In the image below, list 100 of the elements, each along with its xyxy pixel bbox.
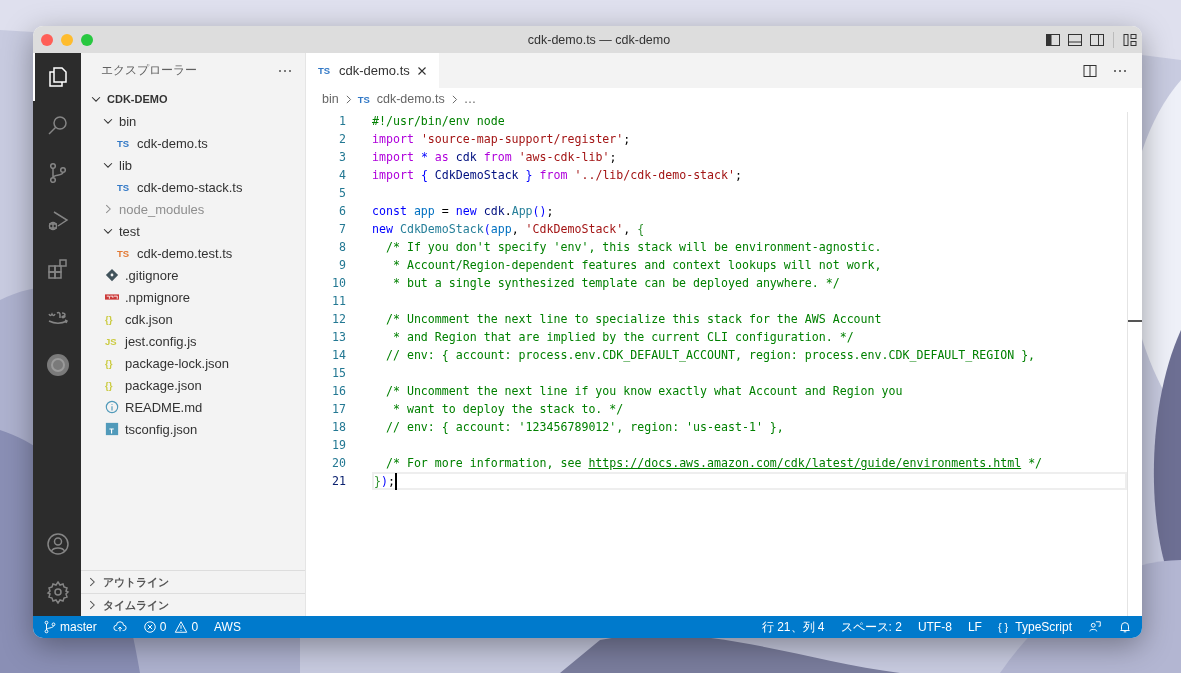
code-line: import { CdkDemoStack } from '../lib/cdk-demo-stack'; [372, 167, 742, 184]
count-text: 0 [191, 620, 199, 634]
breadcrumb-item[interactable]: bin [322, 92, 339, 106]
tree-file[interactable]: JS jest.config.js [81, 330, 305, 352]
status-item[interactable]: 行 21、列 4 [761, 618, 825, 636]
cloud-upload-icon[interactable] [112, 620, 127, 634]
status-item[interactable]: AWS [214, 620, 241, 634]
tree-file[interactable]: TS cdk-demo.test.ts [81, 242, 305, 264]
code-line: #!/usr/bin/env node [372, 113, 505, 130]
file-type-icon: {} [105, 379, 121, 391]
line-number: 3 [338, 150, 346, 164]
breadcrumb-item[interactable]: cdk-demo.ts [376, 92, 445, 106]
warning-icon [174, 620, 189, 634]
sidebar-layout-icon[interactable] [1045, 31, 1061, 48]
status-item[interactable]: UTF-8 [917, 620, 952, 634]
code-line: // env: { account: process.env.CDK_DEFAULT_ACCOUNT, region: process.env.CDK_DEFAULT_REGION }, [384, 347, 1036, 364]
settings-icon[interactable] [46, 580, 70, 604]
line-number: 13 [331, 330, 346, 344]
code-line: import 'source-map-support/register'; [372, 131, 631, 148]
tree-file[interactable]: TS cdk-demo-stack.ts [81, 176, 305, 198]
status-item[interactable]: LF [967, 620, 982, 634]
close-button[interactable] [41, 33, 53, 46]
language-name: TypeScript [1015, 620, 1072, 634]
pane-header[interactable]: アウトライン [81, 570, 305, 593]
account-icon[interactable] [46, 532, 70, 556]
file-type-icon: TS [117, 137, 133, 149]
line-number: 9 [338, 258, 346, 272]
code-line: * but a single synthesized template can be deployed anywhere. */ [391, 275, 840, 292]
extensions-icon[interactable] [46, 257, 70, 281]
line-number: 18 [331, 420, 346, 434]
code-line: /* Uncomment the next line to specialize this stack for the AWS Account [384, 311, 882, 328]
tree-file[interactable]: {} package-lock.json [81, 352, 305, 374]
tree-file[interactable]: {} package.json [81, 374, 305, 396]
split-layout-icon[interactable] [1089, 31, 1105, 48]
line-number: 17 [331, 402, 346, 416]
line-number: 8 [338, 240, 346, 254]
file-type-icon: {} [105, 357, 121, 369]
code-line: import * as cdk from 'aws-cdk-lib'; [372, 149, 617, 166]
panel-layout-icon[interactable] [1067, 31, 1083, 48]
split-editor-icon[interactable] [1082, 62, 1098, 79]
line-number: 7 [338, 222, 346, 236]
scrollbar[interactable] [1127, 112, 1142, 616]
code-line: * and Region that are implied by the current CLI configuration. */ [391, 329, 854, 346]
tree-file[interactable]: {} cdk.json [81, 308, 305, 330]
run-debug-icon[interactable] [46, 209, 70, 233]
code-line: * want to deploy the stack to. */ [391, 401, 624, 418]
code-line: /* Uncomment the next line if you know exactly what Account and Region you [384, 383, 903, 400]
tree-folder[interactable]: lib [81, 154, 305, 176]
tree-folder[interactable]: bin [81, 110, 305, 132]
sidebar-title: エクスプローラー [101, 62, 197, 79]
file-type-icon: JS [105, 335, 121, 347]
line-number: 6 [338, 204, 346, 218]
status-item[interactable]: スペース: 2 [840, 618, 902, 636]
feedback-icon[interactable] [1088, 620, 1102, 634]
info-icon [105, 400, 119, 414]
line-number: 19 [331, 438, 346, 452]
diamond-icon [105, 268, 119, 282]
file-type-icon: TS [117, 181, 133, 193]
branch-name: master [60, 620, 97, 634]
count-text: 0 [159, 620, 167, 634]
line-number: 10 [331, 276, 346, 290]
error-icon [142, 620, 157, 634]
line-number: 14 [331, 348, 346, 362]
bell-icon[interactable] [1118, 620, 1132, 634]
file-type-icon: {} [105, 313, 121, 325]
customize-layout-icon[interactable] [1122, 31, 1138, 48]
warning-count[interactable]: 0 [174, 620, 199, 634]
line-number: 1 [338, 114, 346, 128]
file-type-icon: TS [117, 247, 133, 259]
tree-file[interactable]: .gitignore [81, 264, 305, 286]
line-number: 4 [338, 168, 346, 182]
tree-file[interactable]: README.md [81, 396, 305, 418]
window-title: cdk-demo.ts — cdk-demo [526, 32, 672, 47]
code-line: /* If you don't specify 'env', this stack will be environment-agnostic. [384, 239, 882, 256]
code-line: // env: { account: '123456789012', region: 'us-east-1' }, [384, 419, 784, 436]
code-line: const app = new cdk.App(); [372, 203, 554, 220]
tab-label: cdk-demo.ts [339, 63, 410, 78]
line-number: 5 [338, 186, 346, 200]
breadcrumb-item[interactable]: … [463, 92, 477, 106]
tree-file[interactable]: TS cdk-demo.ts [81, 132, 305, 154]
branch-icon [43, 620, 57, 634]
tree-file[interactable]: tsconfig.json [81, 418, 305, 440]
tree-folder[interactable]: test [81, 220, 305, 242]
error-count[interactable]: 0 [142, 620, 167, 634]
code-line: new CdkDemoStack(app, 'CdkDemoStack', { [372, 221, 645, 238]
round-badge-icon[interactable] [46, 353, 70, 377]
line-number: 21 [331, 474, 346, 488]
tree-file[interactable]: .npmignore [81, 286, 305, 308]
line-number: 2 [338, 132, 346, 146]
config-file-icon [105, 422, 119, 436]
editor-tab[interactable]: TS cdk-demo.ts [306, 53, 439, 88]
file-type-icon: TS [357, 93, 374, 105]
branch-status[interactable]: master [43, 620, 97, 634]
search-icon[interactable] [46, 113, 70, 137]
code-line: /* For more information, see https://docs.aws.amazon.com/cdk/latest/guide/environments.html */ [384, 455, 1043, 472]
tree-folder[interactable]: CDK-DEMO [81, 88, 305, 110]
file-type-icon: TS [318, 65, 334, 76]
explorer-icon[interactable] [46, 65, 70, 89]
language-mode[interactable]: { } TypeScript [997, 620, 1072, 634]
line-number: 12 [331, 312, 346, 326]
